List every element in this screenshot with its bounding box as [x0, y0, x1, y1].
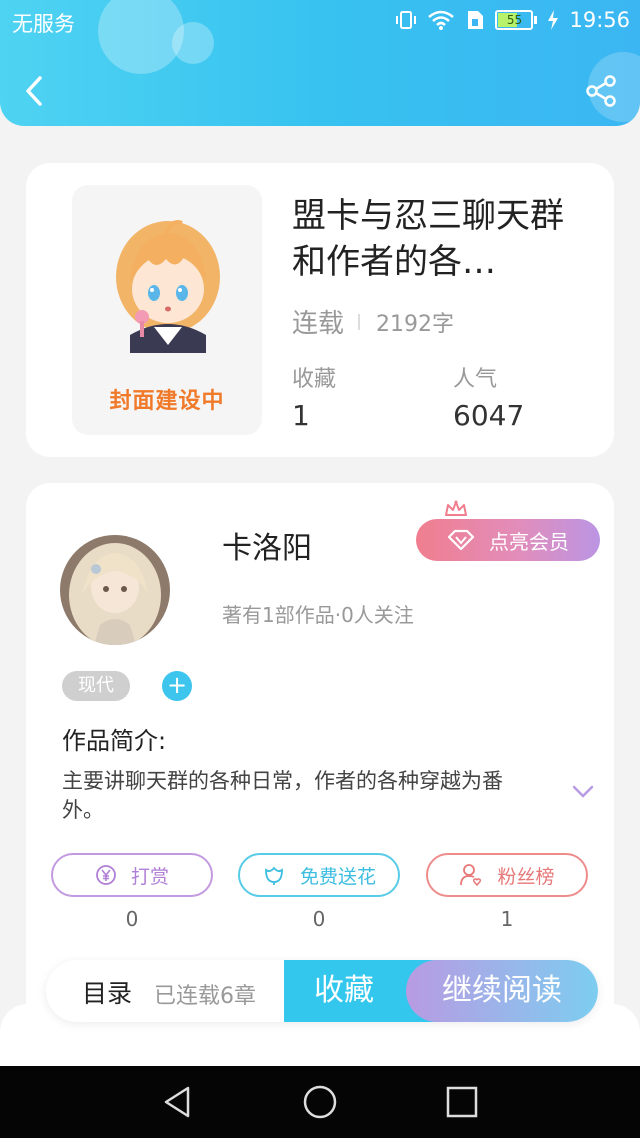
bottom-action-bar: 目录 已连载6章 收藏 继续阅读 [46, 960, 598, 1022]
crown-icon [445, 500, 467, 516]
carrier-text: 无服务 [12, 12, 75, 36]
nav-home-icon[interactable] [302, 1084, 338, 1120]
back-arrow-icon[interactable] [18, 74, 52, 108]
tag-chip[interactable]: 现代 [62, 671, 130, 701]
header-bar: 无服务 55 19:56 [0, 0, 640, 126]
nav-back-icon[interactable] [160, 1084, 196, 1120]
popularity-label: 人气 [453, 367, 498, 392]
decor-bubble [98, 0, 184, 74]
system-nav-bar [0, 1066, 640, 1138]
add-tag-button[interactable]: + [162, 671, 192, 701]
battery-level: 55 [506, 13, 523, 27]
tip-count: 0 [125, 907, 139, 931]
fan-ranking-button[interactable]: 粉丝榜 [426, 853, 588, 897]
flower-count: 0 [312, 907, 326, 931]
author-meta: 著有1部作品·0人关注 [222, 603, 414, 627]
author-name: 卡洛阳 [222, 531, 312, 566]
vibrate-icon [396, 11, 417, 29]
favorites-value: 1 [292, 399, 310, 432]
intro-title: 作品简介: [62, 727, 167, 755]
expand-chevron-icon[interactable] [572, 785, 594, 799]
book-status-row: 连载 2192字 [292, 303, 454, 340]
clock-text: 19:56 [569, 8, 630, 32]
fan-icon [460, 864, 482, 887]
share-icon[interactable] [584, 74, 618, 108]
vip-button[interactable]: 点亮会员 [416, 519, 600, 561]
battery-icon: 55 [495, 10, 538, 30]
tip-button[interactable]: 打赏 [51, 853, 213, 897]
cover-placeholder-text: 封面建设中 [109, 389, 225, 414]
favorites-label: 收藏 [292, 367, 337, 392]
send-flower-button[interactable]: 免费送花 [238, 853, 400, 897]
book-cover[interactable]: 封面建设中 [72, 185, 262, 435]
intro-text: 主要讲聊天群的各种日常，作者的各种穿越为番外。 [62, 769, 503, 822]
nav-recents-icon[interactable] [444, 1084, 480, 1120]
yen-icon [96, 865, 116, 885]
favorite-label: 收藏 [314, 973, 374, 1008]
diamond-icon [447, 529, 475, 551]
send-flower-label: 免费送花 [299, 865, 376, 888]
decor-bubble [172, 22, 214, 64]
flower-icon [265, 866, 283, 885]
book-title: 盟卡与忍三聊天群和作者的各… [292, 196, 564, 282]
chapter-count: 已连载6章 [154, 984, 256, 1009]
charging-icon [548, 10, 559, 30]
sim-icon [468, 11, 484, 29]
cover-character-image [116, 220, 220, 353]
divider [358, 313, 361, 330]
continue-reading-button[interactable]: 继续阅读 [406, 960, 598, 1022]
toc-button[interactable]: 目录 [82, 974, 132, 1010]
serial-status: 连载 [292, 309, 345, 339]
avatar-image [60, 535, 170, 645]
author-avatar[interactable] [60, 535, 170, 645]
vip-label: 点亮会员 [489, 529, 569, 554]
book-info-card: 封面建设中 盟卡与忍三聊天群和作者的各… 连载 2192字 收藏 1 人气 60… [26, 163, 614, 457]
word-count: 2192字 [376, 311, 455, 337]
fan-count: 1 [500, 907, 514, 931]
wifi-icon [428, 10, 455, 30]
status-icons: 55 19:56 [395, 8, 630, 32]
tip-label: 打赏 [130, 865, 169, 888]
fan-ranking-label: 粉丝榜 [497, 865, 555, 888]
popularity-value: 6047 [453, 399, 525, 432]
